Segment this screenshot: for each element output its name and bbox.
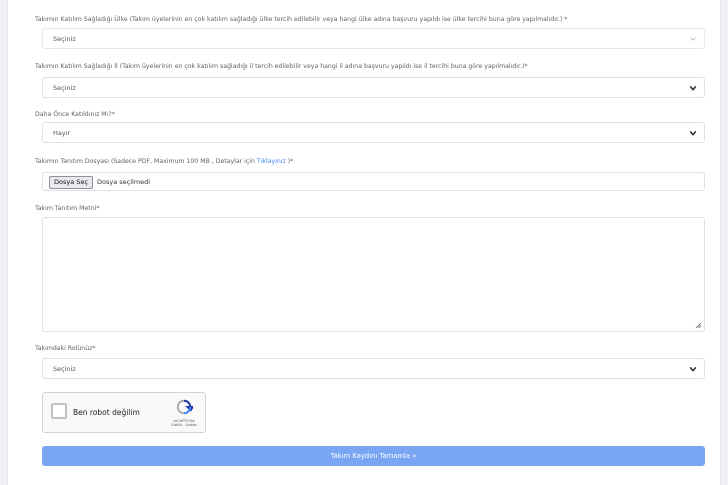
recaptcha-label: Ben robot değilim [73, 408, 140, 417]
chevron-down-icon [689, 130, 697, 136]
recaptcha-widget: Ben robot değilim reCAPTCHA Gizlilik - Ş… [42, 392, 206, 433]
intro-file-label: Takımın Tanıtım Dosyası (Sadece PDF, Max… [35, 158, 293, 165]
resize-handle-icon[interactable] [695, 322, 701, 328]
intro-text-label: Takım Tanıtım Metni* [35, 205, 100, 212]
complete-registration-button[interactable]: Takım Kaydını Tamamla » [42, 446, 705, 466]
registration-form: Takımın Katılım Sağladığı Ülke (Takım üy… [7, 0, 721, 485]
participated-select-value: Hayır [53, 129, 71, 137]
intro-file-label-prefix: Takımın Tanıtım Dosyası (Sadece PDF, Max… [35, 158, 255, 165]
recaptcha-links[interactable]: Gizlilik - Şartlar [159, 423, 209, 427]
recaptcha-logo-icon [176, 399, 193, 415]
chevron-down-icon [689, 85, 697, 91]
role-select[interactable]: Seçiniz [42, 358, 705, 379]
recaptcha-checkbox[interactable] [51, 403, 67, 419]
chevron-down-icon [690, 37, 696, 41]
country-select-value: Seçiniz [53, 35, 76, 43]
intro-file-input[interactable]: Dosya Seç Dosya seçilmedi [42, 172, 705, 191]
role-label: Takımdaki Rolünüz* [35, 345, 96, 352]
participated-select[interactable]: Hayır [42, 122, 705, 143]
city-select[interactable]: Seçiniz [42, 77, 705, 98]
country-select[interactable]: Seçiniz [42, 28, 705, 49]
intro-text-area[interactable] [42, 217, 705, 332]
country-label: Takımın Katılım Sağladığı Ülke (Takım üy… [35, 16, 568, 23]
file-status: Dosya seçilmedi [97, 178, 151, 186]
city-label: Takımın Katılım Sağladığı İl (Takım üyel… [35, 63, 528, 70]
intro-file-label-suffix: )* [287, 158, 294, 165]
participated-label: Daha Önce Katıldınız Mı?* [35, 111, 115, 118]
role-select-value: Seçiniz [53, 365, 76, 373]
city-select-value: Seçiniz [53, 84, 76, 92]
details-link[interactable]: Tıklayınız [257, 158, 286, 165]
chevron-down-icon [689, 366, 697, 372]
choose-file-button[interactable]: Dosya Seç [49, 176, 93, 189]
